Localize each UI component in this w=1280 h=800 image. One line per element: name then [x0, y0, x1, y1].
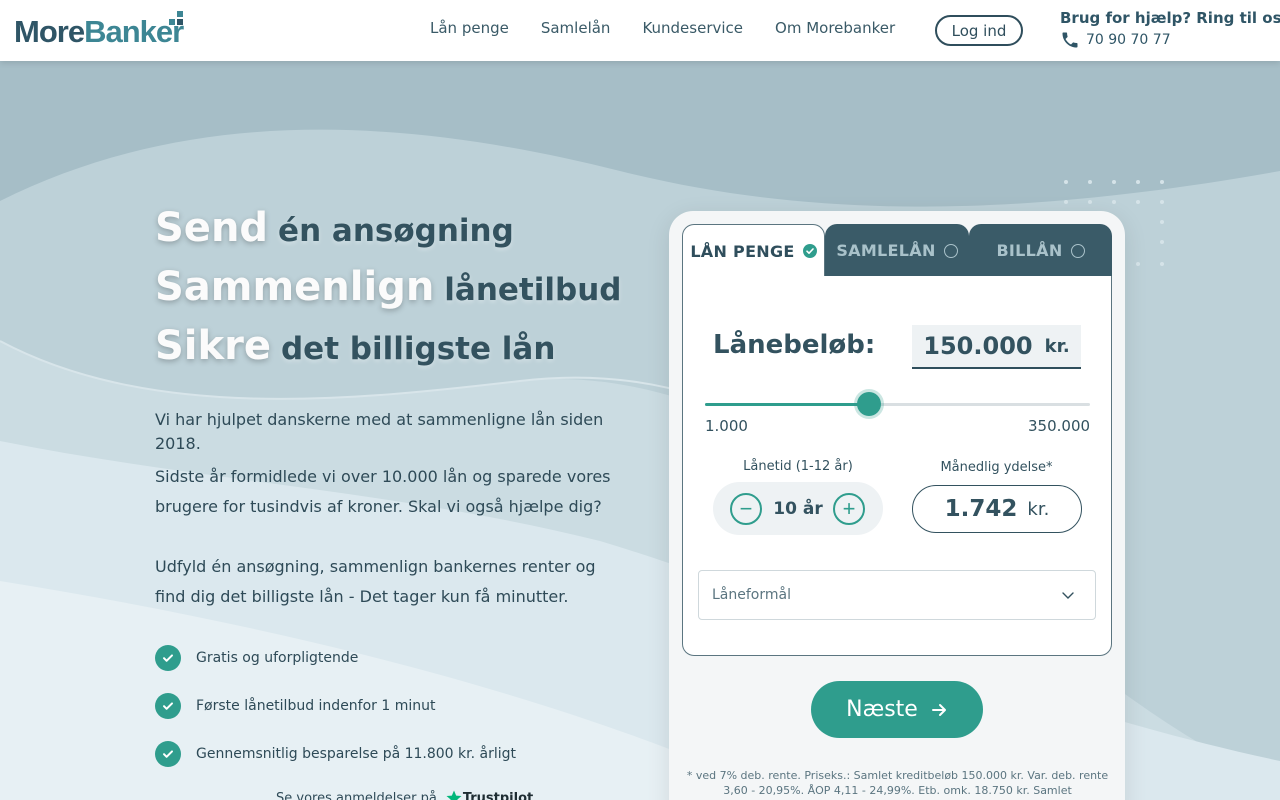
- hero-line: Send én ansøgning: [155, 205, 625, 264]
- hero-strong-word: Sikre: [155, 323, 271, 369]
- checkmark-icon: [155, 741, 181, 767]
- login-button[interactable]: Log ind: [935, 15, 1023, 46]
- checkmark-icon: [155, 645, 181, 671]
- amount-label: Lånebeløb:: [713, 330, 876, 360]
- tab-label: LÅN PENGE: [690, 241, 795, 261]
- monthly-payment-label: Månedlig ydelse*: [940, 460, 1053, 475]
- hero-intro: Vi har hjulpet danskerne med at sammenli…: [155, 408, 615, 618]
- nav-item-laan-penge[interactable]: Lån penge: [430, 19, 509, 37]
- minus-icon: −: [739, 496, 753, 521]
- morebanker-logo[interactable]: MoreBanker: [14, 10, 184, 50]
- loan-purpose-placeholder: Låneformål: [712, 587, 791, 603]
- monthly-payment-unit: kr.: [1027, 498, 1050, 520]
- arrow-right-icon: [931, 703, 946, 716]
- slider-handle[interactable]: [857, 392, 881, 416]
- loan-type-tabs: LÅN PENGE SAMLELÅN BILLÅN: [682, 224, 1112, 277]
- checkmark-icon: [155, 693, 181, 719]
- tab-samlelaan[interactable]: SAMLELÅN: [825, 224, 969, 277]
- loan-purpose-select[interactable]: Låneformål: [698, 570, 1096, 620]
- hero-light-words: én ansøgning: [278, 213, 514, 249]
- reviews-text: Se vores anmeldelser på: [276, 790, 437, 800]
- phone-icon: [1062, 32, 1078, 48]
- logo-grid-icon: [169, 11, 184, 25]
- amount-slider[interactable]: [705, 392, 1090, 416]
- hero-line: Sammenlign lånetilbud: [155, 264, 625, 323]
- help-phone-link[interactable]: 70 90 70 77: [1060, 30, 1280, 50]
- tab-label: BILLÅN: [996, 241, 1063, 260]
- nav-item-kundeservice[interactable]: Kundeservice: [642, 19, 743, 37]
- next-button-label: Næste: [846, 697, 918, 722]
- pricing-footnote: * ved 7% deb. rente. Priseks.: Samlet kr…: [686, 769, 1109, 800]
- reviews-link[interactable]: Se vores anmeldelser på Trustpilot: [276, 789, 533, 800]
- feature-text: Første lånetilbud indenfor 1 minut: [196, 698, 436, 714]
- help-title: Brug for hjælp? Ring til os: [1060, 9, 1280, 27]
- feature-item: Gennemsnitlig besparelse på 11.800 kr. å…: [155, 741, 615, 767]
- term-decrease-button[interactable]: −: [730, 493, 762, 525]
- hero-light-words: det billigste lån: [280, 331, 556, 367]
- slider-fill: [705, 403, 869, 406]
- chevron-down-icon: [1062, 592, 1074, 599]
- slider-max-label: 350.000: [1028, 417, 1091, 435]
- amount-unit: kr.: [1044, 335, 1070, 357]
- monthly-payment-value: 1.742: [944, 496, 1018, 522]
- monthly-payment-field[interactable]: 1.742 kr.: [912, 485, 1082, 533]
- trustpilot-text: Trustpilot: [462, 790, 534, 800]
- slider-min-label: 1.000: [705, 417, 748, 435]
- feature-text: Gratis og uforpligtende: [196, 650, 359, 666]
- hero-headline: Send én ansøgning Sammenlign lånetilbud …: [155, 205, 625, 382]
- tab-laan-penge[interactable]: LÅN PENGE: [682, 224, 825, 277]
- help-contact: Brug for hjælp? Ring til os 70 90 70 77: [1060, 9, 1280, 50]
- hero-strong-word: Sammenlign: [155, 264, 435, 310]
- intro-paragraph-1: Vi har hjulpet danskerne med at sammenli…: [155, 410, 604, 453]
- intro-paragraph-3: Udfyld én ansøgning, sammenlign bankerne…: [155, 557, 596, 606]
- term-stepper: 10 år − +: [713, 482, 883, 535]
- nav-item-om-morebanker[interactable]: Om Morebanker: [775, 19, 895, 37]
- term-label: Lånetid (1-12 år): [743, 459, 853, 474]
- tab-label: SAMLELÅN: [836, 241, 936, 260]
- phone-number: 70 90 70 77: [1086, 32, 1171, 48]
- main-nav: Lån penge Samlelån Kundeservice Om Moreb…: [430, 19, 927, 37]
- feature-text: Gennemsnitlig besparelse på 11.800 kr. å…: [196, 746, 517, 762]
- star-icon: [446, 790, 462, 800]
- feature-list: Gratis og uforpligtende Første lånetilbu…: [155, 645, 615, 789]
- radio-circle-icon: [1070, 243, 1085, 258]
- term-increase-button[interactable]: +: [833, 493, 865, 525]
- site-header: MoreBanker Lån penge Samlelån Kundeservi…: [0, 0, 1280, 61]
- tab-billaan[interactable]: BILLÅN: [969, 224, 1112, 277]
- next-button[interactable]: Næste: [811, 681, 983, 738]
- feature-item: Gratis og uforpligtende: [155, 645, 615, 671]
- trustpilot-logo: Trustpilot: [445, 789, 533, 800]
- intro-paragraph-2: Sidste år formidlede vi over 10.000 lån …: [155, 467, 611, 516]
- hero-light-words: lånetilbud: [444, 272, 622, 308]
- feature-item: Første lånetilbud indenfor 1 minut: [155, 693, 615, 719]
- amount-input[interactable]: 150.000 kr.: [912, 325, 1081, 369]
- amount-value: 150.000: [923, 332, 1033, 360]
- check-circle-icon: [802, 244, 817, 258]
- logo-text-more: More: [14, 14, 85, 49]
- plus-icon: +: [842, 496, 856, 521]
- hero-line: Sikre det billigste lån: [155, 323, 625, 382]
- hero-strong-word: Send: [155, 205, 269, 251]
- nav-item-samlelaan[interactable]: Samlelån: [541, 19, 611, 37]
- radio-circle-icon: [943, 243, 958, 258]
